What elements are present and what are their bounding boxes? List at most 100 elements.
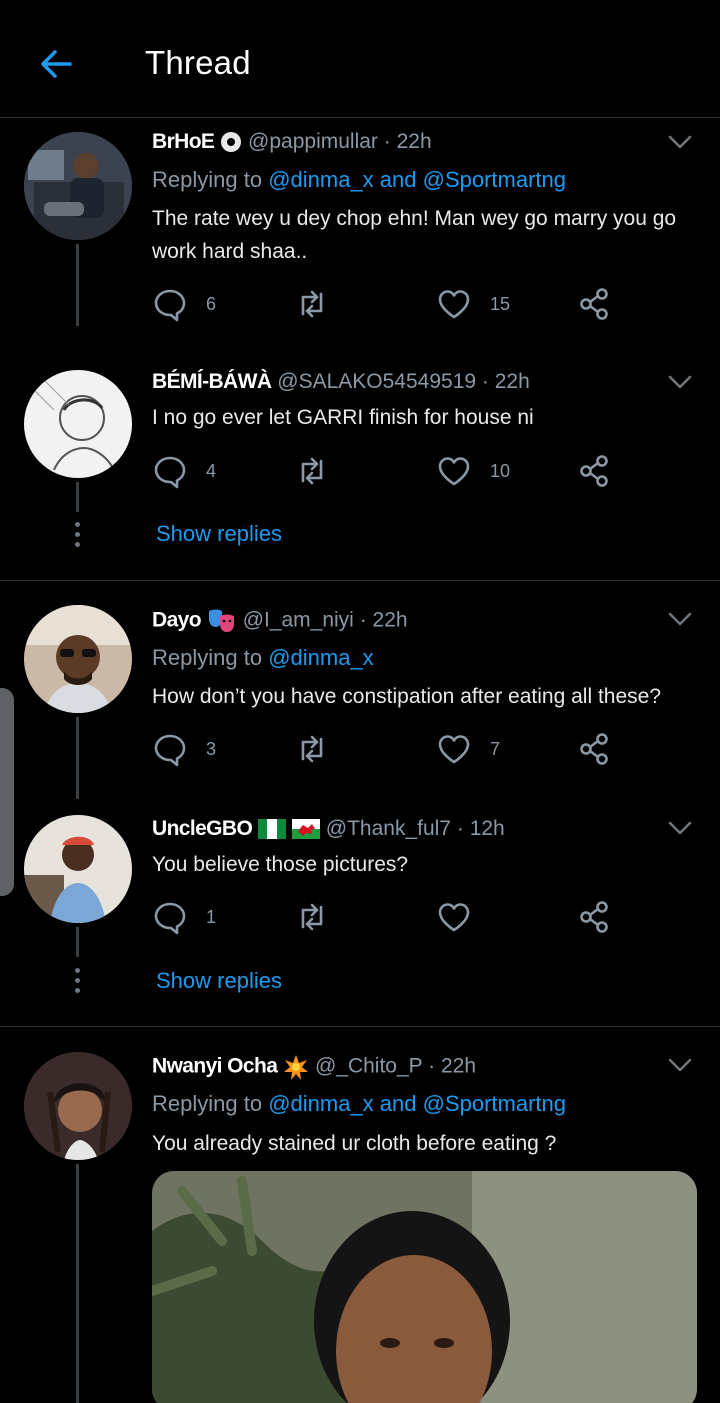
user-handle[interactable]: @I_am_niyi xyxy=(243,609,354,632)
wales-flag-icon xyxy=(291,819,320,840)
thread-divider xyxy=(0,1026,720,1027)
chevron-down-icon[interactable] xyxy=(664,1049,696,1081)
thread-line xyxy=(76,1164,79,1403)
avatar[interactable] xyxy=(24,132,132,240)
retweet-button[interactable] xyxy=(294,899,348,935)
chevron-down-icon[interactable] xyxy=(664,366,696,398)
separator-dot: · xyxy=(383,130,391,153)
timestamp: 12h xyxy=(469,817,505,840)
tweet-header: Dayo @I_am_niyi · 22h xyxy=(152,608,408,634)
chevron-down-icon[interactable] xyxy=(664,812,696,844)
replying-users[interactable]: @dinma_x and @Sportmartng xyxy=(268,1091,566,1116)
replying-users[interactable]: @dinma_x xyxy=(268,645,374,670)
display-name[interactable]: UncleGBO xyxy=(152,817,253,840)
replying-to: Replying to @dinma_x and @Sportmartng xyxy=(152,1091,566,1117)
avatar[interactable] xyxy=(24,605,132,713)
like-count: 15 xyxy=(490,293,511,314)
reply-count: 1 xyxy=(206,906,217,927)
display-name[interactable]: BrHoE xyxy=(152,130,215,153)
chevron-down-icon[interactable] xyxy=(664,603,696,635)
thread-line xyxy=(76,927,79,957)
retweet-icon xyxy=(301,290,323,318)
like-icon xyxy=(438,290,470,319)
reply-icon xyxy=(154,456,186,489)
share-button[interactable] xyxy=(577,286,613,322)
separator-dot: · xyxy=(456,817,464,840)
tweet-actions: 3 7 xyxy=(152,731,622,771)
avatar[interactable] xyxy=(24,1052,132,1160)
tweet-text: How don’t you have constipation after ea… xyxy=(152,685,661,708)
display-name[interactable]: Dayo xyxy=(152,609,202,632)
reply-icon xyxy=(154,734,186,767)
replying-prefix: Replying to xyxy=(152,645,269,670)
photo-placeholder xyxy=(152,1171,697,1403)
separator-dot: · xyxy=(359,608,367,632)
timestamp: 22h xyxy=(494,370,530,393)
avatar[interactable] xyxy=(24,815,132,923)
like-button[interactable]: 7 xyxy=(436,731,500,767)
reply-button[interactable]: 6 xyxy=(152,286,216,322)
theater-masks-icon xyxy=(208,609,234,632)
timestamp: 22h xyxy=(396,130,432,153)
show-replies-link[interactable]: Show replies xyxy=(156,521,282,547)
reply-icon xyxy=(154,289,186,322)
tweet-header: BrHoE @pappimullar · 22h xyxy=(152,130,432,154)
tweet-header: Nwanyi Ocha @_Chito_P · 22h xyxy=(152,1054,476,1080)
reply-button[interactable]: 3 xyxy=(152,731,216,767)
more-replies-dots xyxy=(75,522,81,552)
share-button[interactable] xyxy=(577,453,613,489)
retweet-button[interactable] xyxy=(294,286,348,322)
tweet-image[interactable] xyxy=(152,1171,697,1403)
more-replies-dots xyxy=(75,968,81,998)
reply-icon xyxy=(154,902,186,935)
retweet-icon xyxy=(301,457,323,485)
like-icon xyxy=(438,735,470,764)
thread-line xyxy=(76,244,79,326)
reply-count: 3 xyxy=(206,738,217,759)
reply-button[interactable]: 1 xyxy=(152,899,216,935)
tweet-actions: 1 xyxy=(152,899,622,939)
share-icon xyxy=(580,455,608,487)
replying-prefix: Replying to xyxy=(152,167,269,192)
user-handle[interactable]: @_Chito_P xyxy=(315,1055,422,1078)
share-button[interactable] xyxy=(577,899,613,935)
share-button[interactable] xyxy=(577,731,613,767)
like-icon xyxy=(438,457,470,486)
back-arrow-icon[interactable] xyxy=(36,44,76,84)
tweet-actions: 4 10 xyxy=(152,453,622,493)
thread-line xyxy=(76,482,79,512)
like-count: 7 xyxy=(490,738,501,759)
tweet-actions: 6 15 xyxy=(152,286,622,326)
top-bar: Thread xyxy=(0,0,720,118)
avatar[interactable] xyxy=(24,370,132,478)
sparkle-icon xyxy=(284,1055,309,1080)
retweet-button[interactable] xyxy=(294,731,348,767)
tweet-text: You already stained ur cloth before eati… xyxy=(152,1132,557,1155)
share-icon xyxy=(580,901,608,933)
show-replies-link[interactable]: Show replies xyxy=(156,968,282,994)
side-drawer-handle[interactable] xyxy=(0,688,14,896)
display-name[interactable]: Nwanyi Ocha xyxy=(152,1055,278,1078)
retweet-icon xyxy=(301,735,323,763)
user-handle[interactable]: @pappimullar xyxy=(248,130,378,153)
like-button[interactable]: 10 xyxy=(436,453,510,489)
user-handle[interactable]: @Thank_ful7 xyxy=(326,817,451,840)
tweet-header: BÉMÍ-BÁWÀ @SALAKO54549519 · 22h xyxy=(152,370,530,394)
like-icon xyxy=(438,903,470,932)
like-button[interactable] xyxy=(436,899,490,935)
like-button[interactable]: 15 xyxy=(436,286,510,322)
replying-prefix: Replying to xyxy=(152,1091,269,1116)
retweet-button[interactable] xyxy=(294,453,348,489)
tweet-text: You believe those pictures? xyxy=(152,853,409,876)
tweet-header: UncleGBO @Thank_ful7 · 12h xyxy=(152,817,505,841)
thread-divider xyxy=(0,580,720,581)
reply-button[interactable]: 4 xyxy=(152,453,216,489)
retweet-icon xyxy=(301,903,323,931)
tweet-text: The rate wey u dey chop ehn! Man wey go … xyxy=(152,207,677,263)
user-handle[interactable]: @SALAKO54549519 xyxy=(277,370,476,393)
verified-badge-icon xyxy=(221,132,242,153)
like-count: 10 xyxy=(490,460,511,481)
display-name[interactable]: BÉMÍ-BÁWÀ xyxy=(152,370,272,393)
replying-users[interactable]: @dinma_x and @Sportmartng xyxy=(268,167,566,192)
chevron-down-icon[interactable] xyxy=(664,126,696,158)
